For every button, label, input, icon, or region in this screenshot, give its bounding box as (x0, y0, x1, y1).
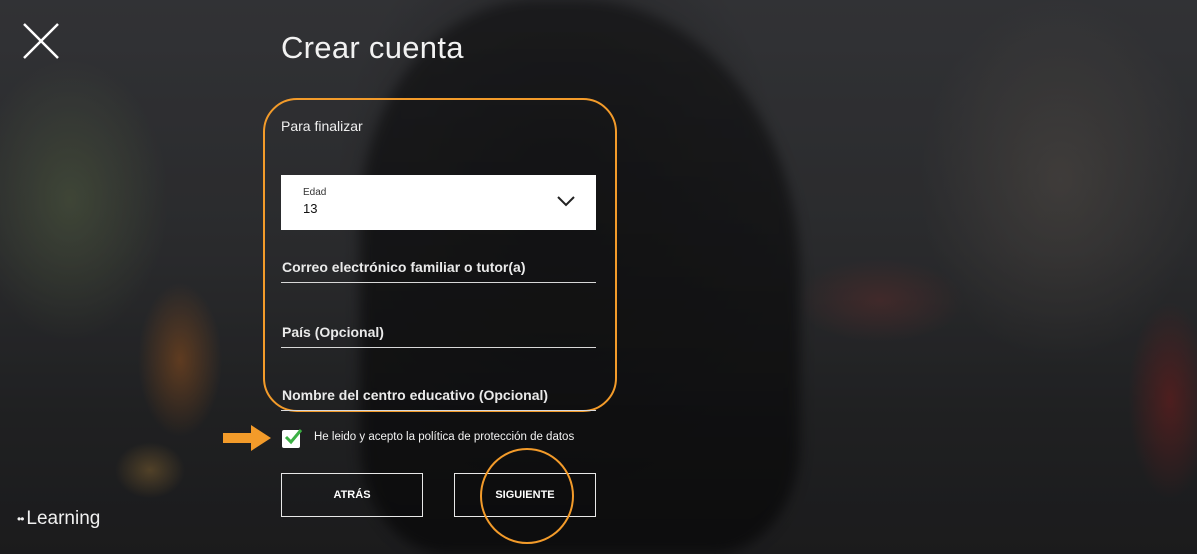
page-title: Crear cuenta (281, 30, 464, 65)
chevron-down-icon (557, 196, 575, 207)
country-placeholder: País (Opcional) (282, 324, 384, 340)
country-field[interactable]: País (Opcional) (281, 320, 596, 348)
school-field[interactable]: Nombre del centro educativo (Opcional) (281, 383, 596, 411)
guardian-email-field[interactable]: Correo electrónico familiar o tutor(a) (281, 255, 596, 283)
close-button[interactable] (22, 22, 60, 60)
checkmark-icon (284, 429, 303, 445)
consent-label[interactable]: He leido y acepto la política de protecc… (314, 431, 574, 443)
brand-logo: •• Learning (17, 508, 100, 530)
close-icon (23, 23, 59, 59)
back-button[interactable]: ATRÁS (281, 473, 423, 517)
age-value: 13 (303, 201, 318, 216)
guardian-email-placeholder: Correo electrónico familiar o tutor(a) (282, 259, 526, 275)
age-select[interactable]: Edad 13 (281, 175, 596, 230)
age-label: Edad (303, 187, 327, 198)
next-button[interactable]: SIGUIENTE (454, 473, 596, 517)
school-placeholder: Nombre del centro educativo (Opcional) (282, 387, 549, 403)
logo-text: Learning (26, 508, 101, 529)
consent-checkbox[interactable] (282, 429, 303, 448)
arrow-right-icon (223, 425, 271, 451)
form-subtitle: Para finalizar (281, 118, 363, 134)
logo-dots: •• (17, 512, 24, 526)
